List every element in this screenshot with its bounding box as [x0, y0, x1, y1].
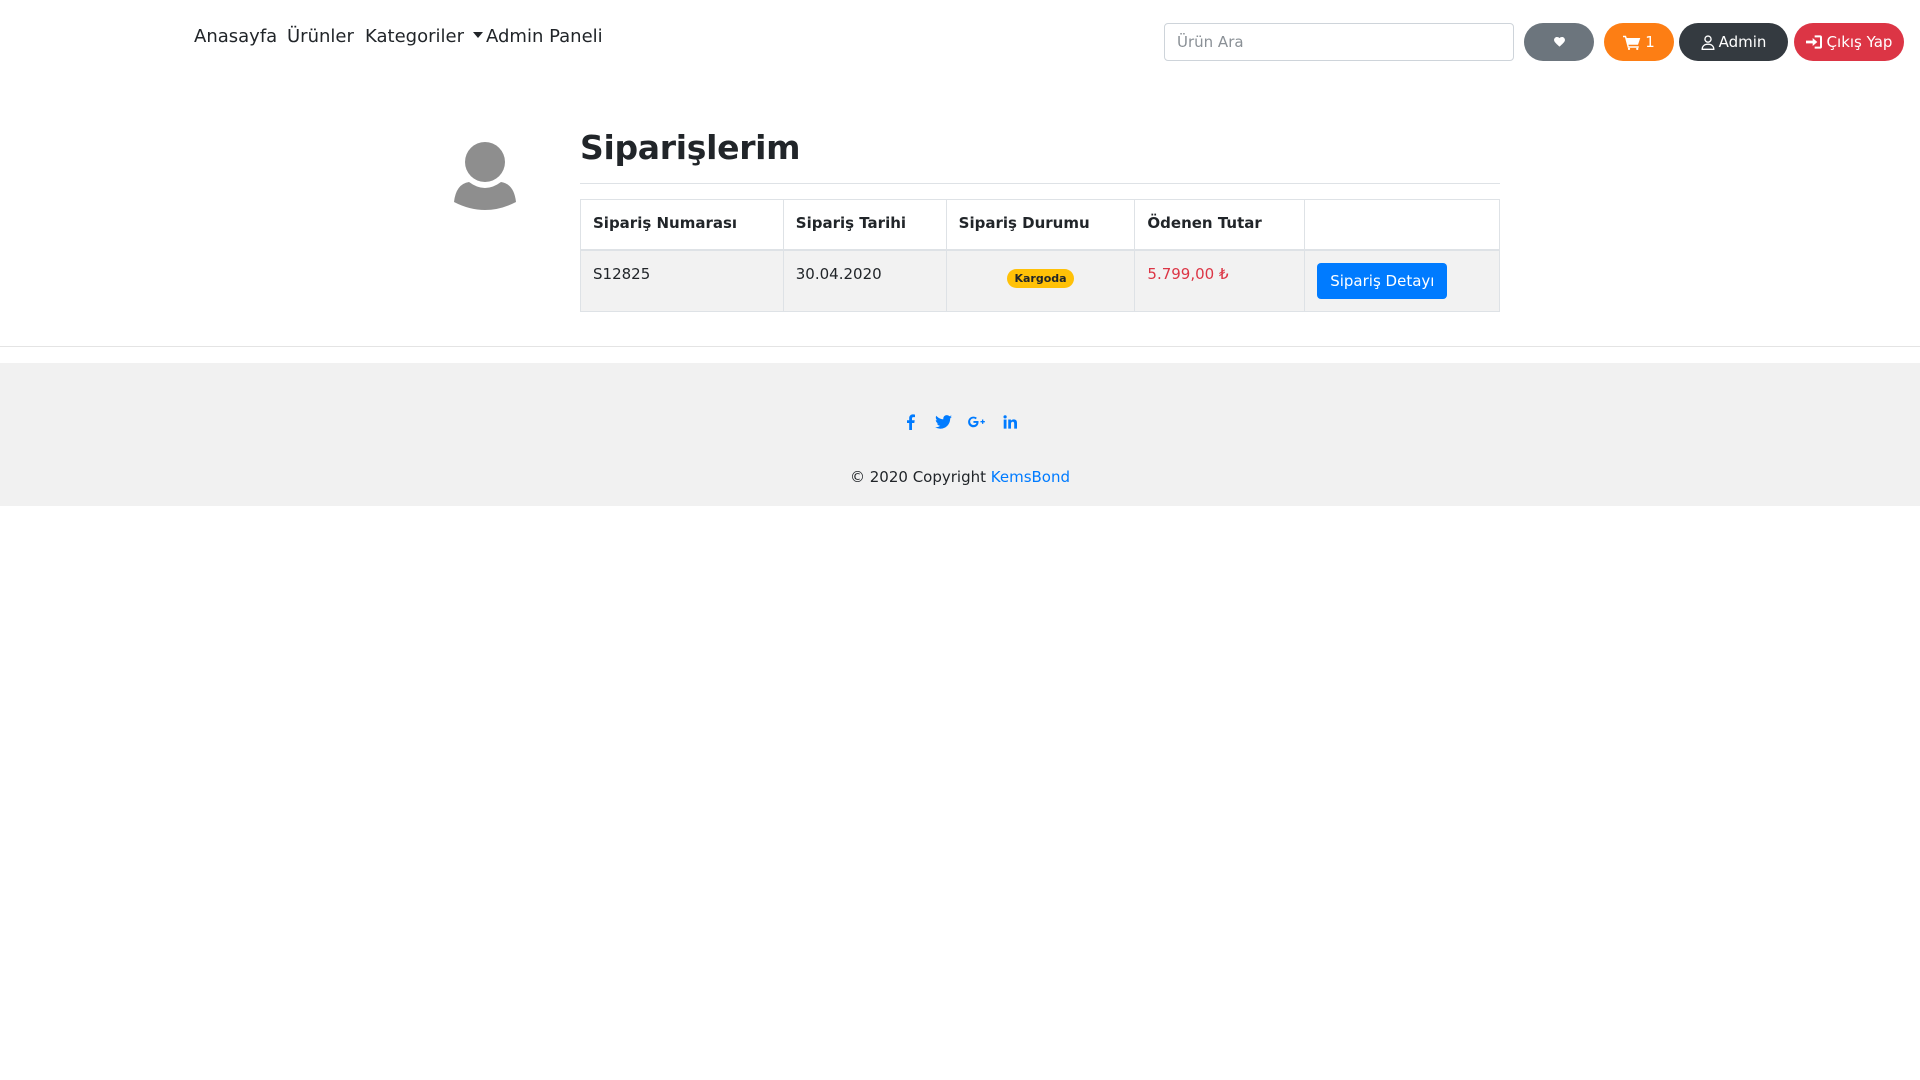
cart-button[interactable]: 1 [1604, 23, 1674, 61]
nav-link-label: Kategoriler [365, 26, 464, 47]
nav-link-label: Admin Paneli [486, 26, 603, 47]
content-divider [0, 346, 1920, 347]
copyright: © 2020 Copyright KemsBond [0, 468, 1920, 486]
facebook-icon[interactable] [902, 413, 919, 430]
google-plus-icon[interactable] [968, 413, 985, 430]
user-icon [1701, 34, 1715, 50]
column-header-order-status: Sipariş Durumu [945, 199, 1136, 251]
order-status-cell: Kargoda [945, 249, 1136, 312]
copyright-text: © 2020 Copyright [849, 468, 991, 486]
social-links [0, 413, 1920, 430]
linkedin-icon[interactable] [1001, 413, 1018, 430]
nav-dropdown-categories[interactable]: Kategoriler [365, 26, 483, 47]
footer: © 2020 Copyright KemsBond [0, 363, 1920, 506]
nav-link-products[interactable]: Ürünler [287, 26, 354, 47]
user-avatar-icon [454, 142, 516, 210]
heart-icon [1553, 37, 1565, 47]
order-number-cell: S12825 [580, 249, 784, 312]
logout-label: Çıkış Yap [1826, 33, 1893, 51]
navbar: Anasayfa Ürünler Kategoriler Admin Panel… [0, 0, 1920, 84]
title-divider [580, 183, 1500, 184]
sign-in-icon [1805, 35, 1822, 49]
cart-count: 1 [1645, 33, 1655, 51]
logout-button[interactable]: Çıkış Yap [1794, 23, 1904, 61]
favorites-button[interactable] [1524, 23, 1594, 61]
nav-link-home[interactable]: Anasayfa [194, 26, 277, 47]
actions-cell: Sipariş Detayı [1304, 249, 1500, 312]
brand-link[interactable]: KemsBond [991, 468, 1070, 486]
table-row: S12825 30.04.2020 Kargoda 5.799,00 ₺ Sip… [580, 249, 1500, 312]
column-header-actions [1304, 199, 1500, 251]
nav-link-admin-panel[interactable]: Admin Paneli [486, 26, 603, 47]
paid-amount-cell: 5.799,00 ₺ [1134, 249, 1306, 312]
twitter-icon[interactable] [935, 413, 952, 430]
status-badge: Kargoda [1007, 268, 1074, 288]
order-date-cell: 30.04.2020 [782, 249, 947, 312]
page-title: Siparişlerim [580, 128, 801, 167]
user-menu-label: Admin [1718, 33, 1767, 51]
column-header-order-date: Sipariş Tarihi [782, 199, 947, 251]
cart-icon [1623, 35, 1641, 50]
user-menu-button[interactable]: Admin [1679, 23, 1788, 61]
column-header-paid-amount: Ödenen Tutar [1134, 199, 1306, 251]
search-input[interactable] [1164, 23, 1514, 61]
order-detail-button[interactable]: Sipariş Detayı [1317, 262, 1448, 299]
nav-link-label: Ürünler [287, 26, 354, 47]
caret-down-icon [472, 32, 483, 38]
orders-table: Sipariş Numarası Sipariş Tarihi Sipariş … [580, 199, 1500, 312]
nav-link-label: Anasayfa [194, 26, 278, 47]
table-header-row: Sipariş Numarası Sipariş Tarihi Sipariş … [580, 199, 1500, 251]
column-header-order-number: Sipariş Numarası [580, 199, 784, 251]
